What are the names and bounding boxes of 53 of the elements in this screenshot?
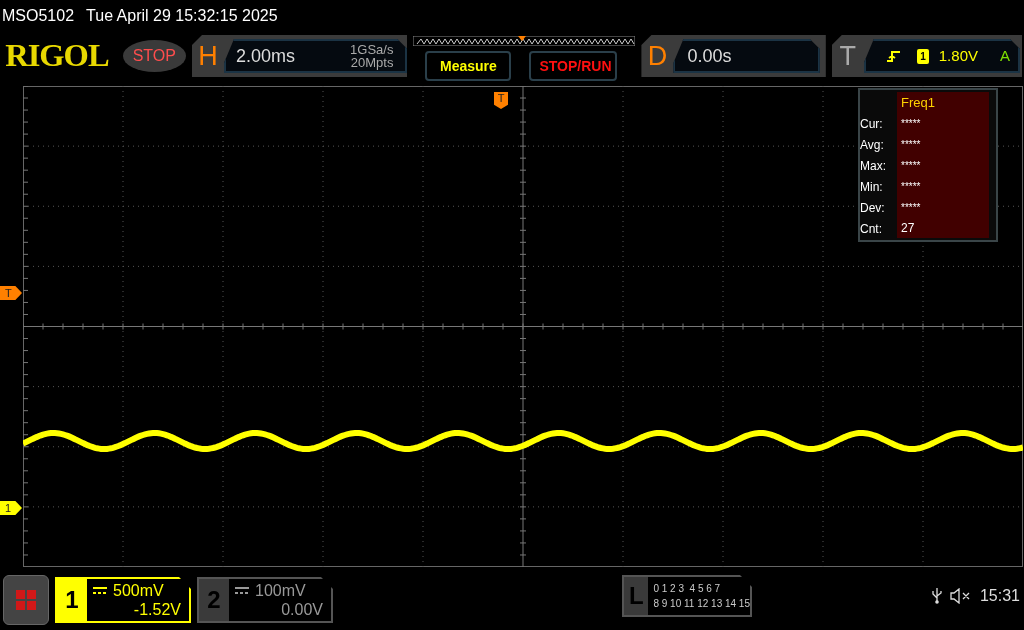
- dc-coupling-icon: [235, 586, 249, 595]
- measurement-value: *****: [901, 117, 922, 131]
- logic-channel-numbers: 0 1 2 3 4 5 6 7: [653, 582, 722, 596]
- channel-button[interactable]: 1 500mV -1.52V: [55, 577, 191, 623]
- logic-label: L: [628, 581, 644, 611]
- measurement-label: Avg:: [860, 137, 885, 154]
- memory-depth: 20Mpts: [349, 56, 394, 69]
- measurement-label: Max:: [860, 158, 887, 175]
- trigger-position-marker: T: [494, 92, 508, 109]
- trigger-label: T: [838, 39, 858, 73]
- measurement-value: *****: [901, 138, 922, 152]
- logic-channel-numbers: 8 9 10 11 12 13 14 15: [653, 597, 750, 611]
- measurement-title: Freq1: [901, 94, 936, 112]
- horizontal-label: H: [197, 39, 219, 73]
- run-state-indicator: STOP: [122, 40, 186, 72]
- grid-icon: [16, 590, 36, 610]
- channel-scale: 500mV: [113, 581, 164, 600]
- dc-coupling-icon: [93, 586, 107, 595]
- horizontal-panel[interactable]: H 2.00ms 1GSa/s 20Mpts: [191, 35, 408, 77]
- delay-label: D: [646, 39, 669, 73]
- measurement-label: Dev:: [860, 200, 886, 217]
- brand-logo: RIGOL: [5, 36, 110, 75]
- measurement-label: Cur:: [860, 116, 884, 133]
- channel-offset: 0.00V: [280, 600, 323, 619]
- measurement-value: *****: [901, 180, 922, 194]
- clock-time: 15:31: [979, 586, 1020, 606]
- channel-button[interactable]: 2 100mV 0.00V: [197, 577, 333, 623]
- rising-edge-icon: [887, 49, 902, 63]
- trigger-mode: A: [1000, 45, 1010, 66]
- sample-rate: 1GSa/s: [349, 43, 394, 56]
- delay-value: 0.00s: [686, 44, 732, 68]
- stop-run-button[interactable]: STOP/RUN: [529, 51, 618, 81]
- channel-offset-marker: 1: [0, 501, 22, 515]
- channel-scale: 100mV: [255, 581, 306, 600]
- model-name: MSO5102: [2, 6, 75, 26]
- measurement-label: Cnt:: [860, 221, 883, 238]
- trigger-panel[interactable]: T 1 1.80V A: [831, 35, 1022, 77]
- channel-offset: -1.52V: [132, 600, 181, 619]
- measurement-label: Min:: [860, 179, 884, 196]
- speaker-muted-icon[interactable]: [949, 588, 972, 604]
- measurement-value: *****: [901, 159, 922, 173]
- channel-number: 1: [65, 585, 79, 615]
- trigger-level-marker: T: [0, 286, 22, 300]
- date-time: Tue April 29 15:32:15 2025: [86, 6, 278, 26]
- usb-icon: [931, 588, 942, 604]
- trigger-source: 1: [917, 48, 929, 64]
- measure-button[interactable]: Measure: [425, 51, 512, 81]
- channel-number: 2: [207, 585, 221, 615]
- delay-panel[interactable]: D 0.00s: [641, 35, 826, 77]
- measurement-value: *****: [901, 201, 922, 215]
- timebase-value: 2.00ms: [234, 44, 296, 68]
- measurement-value: 27: [901, 220, 916, 237]
- trigger-level: 1.80V: [938, 45, 978, 66]
